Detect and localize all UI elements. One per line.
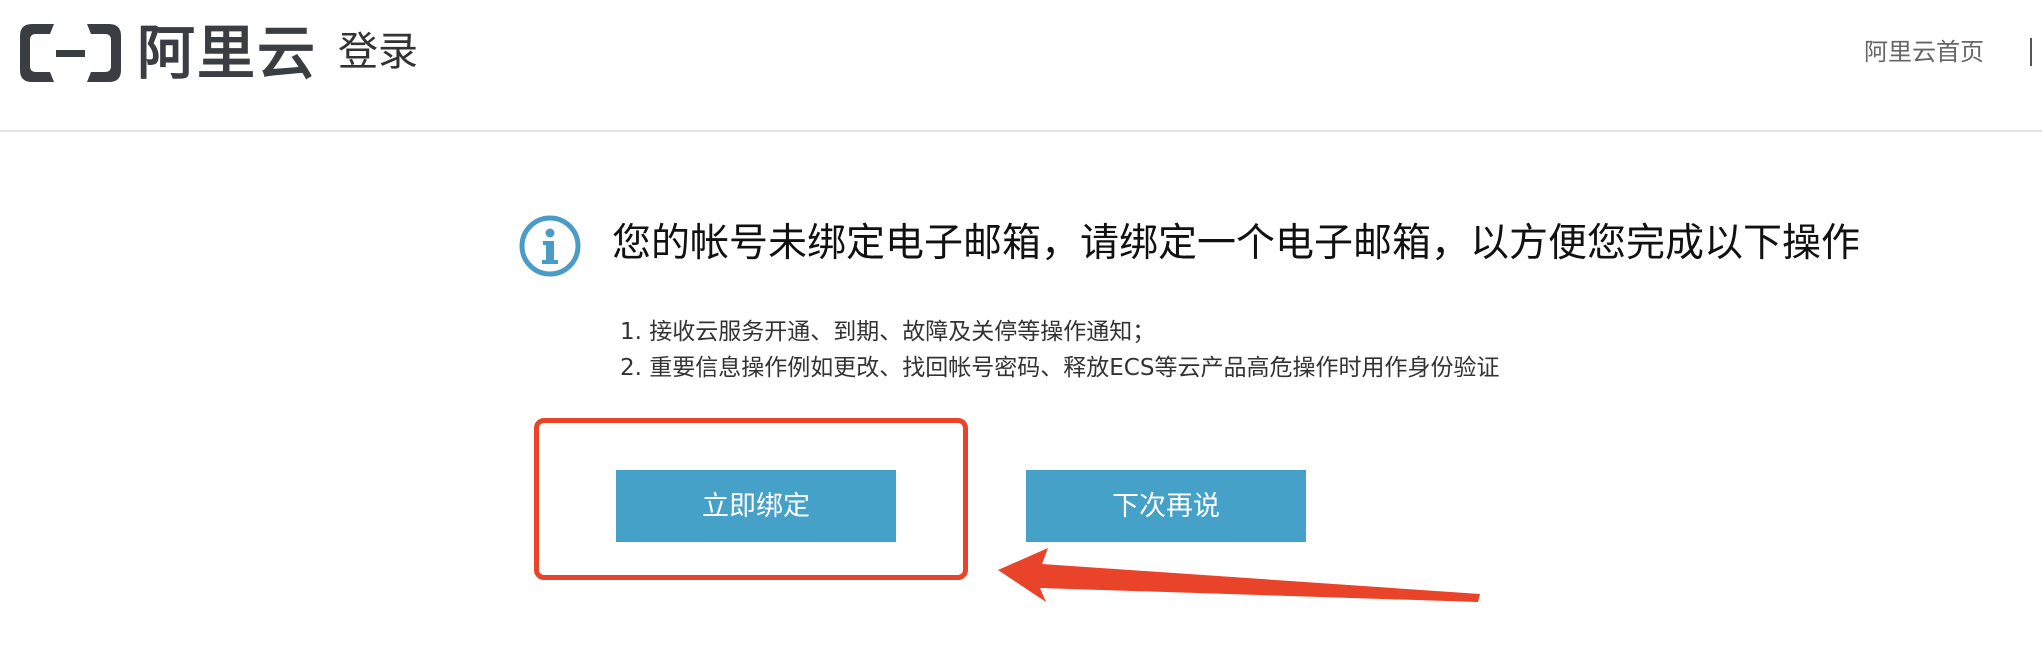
top-header: 阿里云 登录 阿里云首页	[0, 0, 2042, 132]
annotation-highlight-box	[534, 418, 968, 580]
notice-item: 2. 重要信息操作例如更改、找回帐号密码、释放ECS等云产品高危操作时用作身份验…	[620, 355, 1500, 381]
later-button[interactable]: 下次再说	[1026, 470, 1306, 542]
aliyun-logo-icon	[20, 24, 121, 82]
page: 阿里云 登录 阿里云首页 您的帐号未绑定电子邮箱，请绑定一个电子邮箱，以方便您完…	[0, 0, 2042, 672]
header-divider	[2030, 38, 2032, 66]
info-icon	[519, 215, 581, 277]
home-link[interactable]: 阿里云首页	[1864, 36, 2008, 68]
logo-text: 阿里云	[137, 19, 318, 87]
page-title: 登录	[338, 29, 418, 75]
aliyun-logo[interactable]: 阿里云	[18, 20, 317, 86]
notice-title: 您的帐号未绑定电子邮箱，请绑定一个电子邮箱，以方便您完成以下操作	[612, 221, 1861, 266]
notice-list: 1. 接收云服务开通、到期、故障及关停等操作通知； 2. 重要信息操作例如更改、…	[620, 314, 1499, 386]
notice-item: 1. 接收云服务开通、到期、故障及关停等操作通知；	[620, 319, 1156, 345]
annotation-arrow-icon	[998, 548, 1480, 602]
